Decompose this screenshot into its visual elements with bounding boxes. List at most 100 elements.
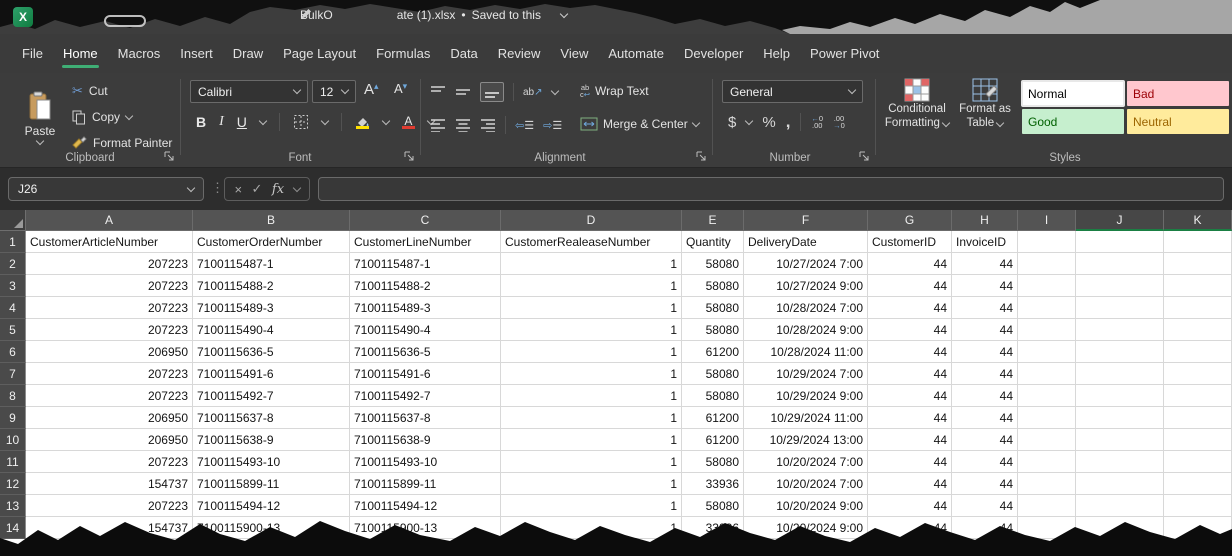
ribbon-tab-help[interactable]: Help	[753, 34, 800, 73]
bold-button[interactable]: B	[196, 114, 206, 130]
ribbon-tab-review[interactable]: Review	[488, 34, 551, 73]
cell-B7[interactable]: 7100115491-6	[193, 363, 350, 385]
row-header-13[interactable]: 13	[0, 495, 26, 517]
cell-I1[interactable]	[1018, 231, 1076, 253]
cell-G10[interactable]: 44	[868, 429, 952, 451]
cell-J4[interactable]	[1076, 297, 1164, 319]
row-header-3[interactable]: 3	[0, 275, 26, 297]
cell-J6[interactable]	[1076, 341, 1164, 363]
font-dialog-launcher-icon[interactable]	[404, 151, 416, 163]
conditional-formatting-button[interactable]: Conditional Formatting	[884, 78, 950, 156]
orientation-button[interactable]: ab↗	[523, 87, 543, 98]
fill-color-button[interactable]	[355, 116, 370, 129]
ribbon-tab-macros[interactable]: Macros	[108, 34, 171, 73]
font-color-button[interactable]: A	[402, 115, 415, 129]
cell-E3[interactable]: 58080	[682, 275, 744, 297]
cell-H14[interactable]: 44	[952, 517, 1018, 539]
cell-C11[interactable]: 7100115493-10	[350, 451, 501, 473]
number-format-combobox[interactable]: General	[722, 80, 863, 103]
font-size-combobox[interactable]: 12	[312, 80, 356, 103]
cell-C8[interactable]: 7100115492-7	[350, 385, 501, 407]
cell-C4[interactable]: 7100115489-3	[350, 297, 501, 319]
cell-style-normal[interactable]: Normal	[1022, 81, 1124, 106]
increase-decimal-button[interactable]: ←0.00	[811, 115, 823, 129]
ribbon-tab-power-pivot[interactable]: Power Pivot	[800, 34, 889, 73]
cell-F9[interactable]: 10/29/2024 11:00	[744, 407, 868, 429]
cell-K13[interactable]	[1164, 495, 1232, 517]
cell-F14[interactable]: 10/20/2024 9:00	[744, 517, 868, 539]
percent-format-button[interactable]: %	[762, 114, 775, 131]
cell-A4[interactable]: 207223	[26, 297, 193, 319]
cell-H7[interactable]: 44	[952, 363, 1018, 385]
italic-button[interactable]: I	[219, 114, 224, 130]
cell-I7[interactable]	[1018, 363, 1076, 385]
cell-G8[interactable]: 44	[868, 385, 952, 407]
cell-D9[interactable]: 1	[501, 407, 682, 429]
cell-I9[interactable]	[1018, 407, 1076, 429]
cell-D13[interactable]: 1	[501, 495, 682, 517]
column-header-D[interactable]: D	[501, 210, 682, 231]
ribbon-tab-formulas[interactable]: Formulas	[366, 34, 440, 73]
cell-I14[interactable]	[1018, 517, 1076, 539]
cell-G7[interactable]: 44	[868, 363, 952, 385]
borders-button[interactable]	[293, 114, 309, 130]
cell-K1[interactable]	[1164, 231, 1232, 253]
cell-B14[interactable]: 7100115900-13	[193, 517, 350, 539]
cell-I10[interactable]	[1018, 429, 1076, 451]
cell-C14[interactable]: 7100115900-13	[350, 517, 501, 539]
copy-button[interactable]: Copy	[72, 107, 132, 127]
cell-G1[interactable]: CustomerID	[868, 231, 952, 253]
cell-E11[interactable]: 58080	[682, 451, 744, 473]
row-header-7[interactable]: 7	[0, 363, 26, 385]
cell-K10[interactable]	[1164, 429, 1232, 451]
decrease-indent-button[interactable]: ⇦☰	[515, 119, 534, 132]
cell-A3[interactable]: 207223	[26, 275, 193, 297]
cell-H13[interactable]: 44	[952, 495, 1018, 517]
cell-C12[interactable]: 7100115899-11	[350, 473, 501, 495]
cell-H12[interactable]: 44	[952, 473, 1018, 495]
cell-F6[interactable]: 10/28/2024 11:00	[744, 341, 868, 363]
cell-G9[interactable]: 44	[868, 407, 952, 429]
cell-J7[interactable]	[1076, 363, 1164, 385]
row-header-10[interactable]: 10	[0, 429, 26, 451]
cell-K5[interactable]	[1164, 319, 1232, 341]
cell-C1[interactable]: CustomerLineNumber	[350, 231, 501, 253]
cell-G2[interactable]: 44	[868, 253, 952, 275]
cell-A1[interactable]: CustomerArticleNumber	[26, 231, 193, 253]
cell-K14[interactable]	[1164, 517, 1232, 539]
cell-C5[interactable]: 7100115490-4	[350, 319, 501, 341]
cell-J3[interactable]	[1076, 275, 1164, 297]
currency-format-button[interactable]: $	[728, 114, 736, 131]
ribbon-tab-automate[interactable]: Automate	[598, 34, 674, 73]
align-center-button[interactable]	[455, 118, 471, 132]
cell-F2[interactable]: 10/27/2024 7:00	[744, 253, 868, 275]
cell-G14[interactable]: 44	[868, 517, 952, 539]
cell-D8[interactable]: 1	[501, 385, 682, 407]
cell-B13[interactable]: 7100115494-12	[193, 495, 350, 517]
cell-A13[interactable]: 207223	[26, 495, 193, 517]
cell-E12[interactable]: 33936	[682, 473, 744, 495]
row-header-6[interactable]: 6	[0, 341, 26, 363]
cell-J8[interactable]	[1076, 385, 1164, 407]
cell-D3[interactable]: 1	[501, 275, 682, 297]
column-header-K[interactable]: K	[1164, 210, 1232, 231]
cell-A7[interactable]: 207223	[26, 363, 193, 385]
cell-J11[interactable]	[1076, 451, 1164, 473]
cell-J10[interactable]	[1076, 429, 1164, 451]
cell-K6[interactable]	[1164, 341, 1232, 363]
decrease-font-size-button[interactable]: A▾	[394, 81, 407, 96]
enter-button[interactable]: ✓	[252, 181, 263, 197]
title-chevron-down-icon[interactable]	[560, 9, 568, 17]
cell-B1[interactable]: CustomerOrderNumber	[193, 231, 350, 253]
cell-H11[interactable]: 44	[952, 451, 1018, 473]
cell-style-neutral[interactable]: Neutral	[1127, 109, 1229, 134]
formula-bar-grip[interactable]: ⋮	[211, 180, 224, 196]
wrap-text-button[interactable]: abc↩ Wrap Text	[580, 84, 649, 98]
cell-J13[interactable]	[1076, 495, 1164, 517]
ribbon-tab-data[interactable]: Data	[440, 34, 487, 73]
cell-H9[interactable]: 44	[952, 407, 1018, 429]
formula-input[interactable]	[318, 177, 1224, 201]
column-header-C[interactable]: C	[350, 210, 501, 231]
underline-button[interactable]: U	[237, 114, 247, 130]
cell-F5[interactable]: 10/28/2024 9:00	[744, 319, 868, 341]
